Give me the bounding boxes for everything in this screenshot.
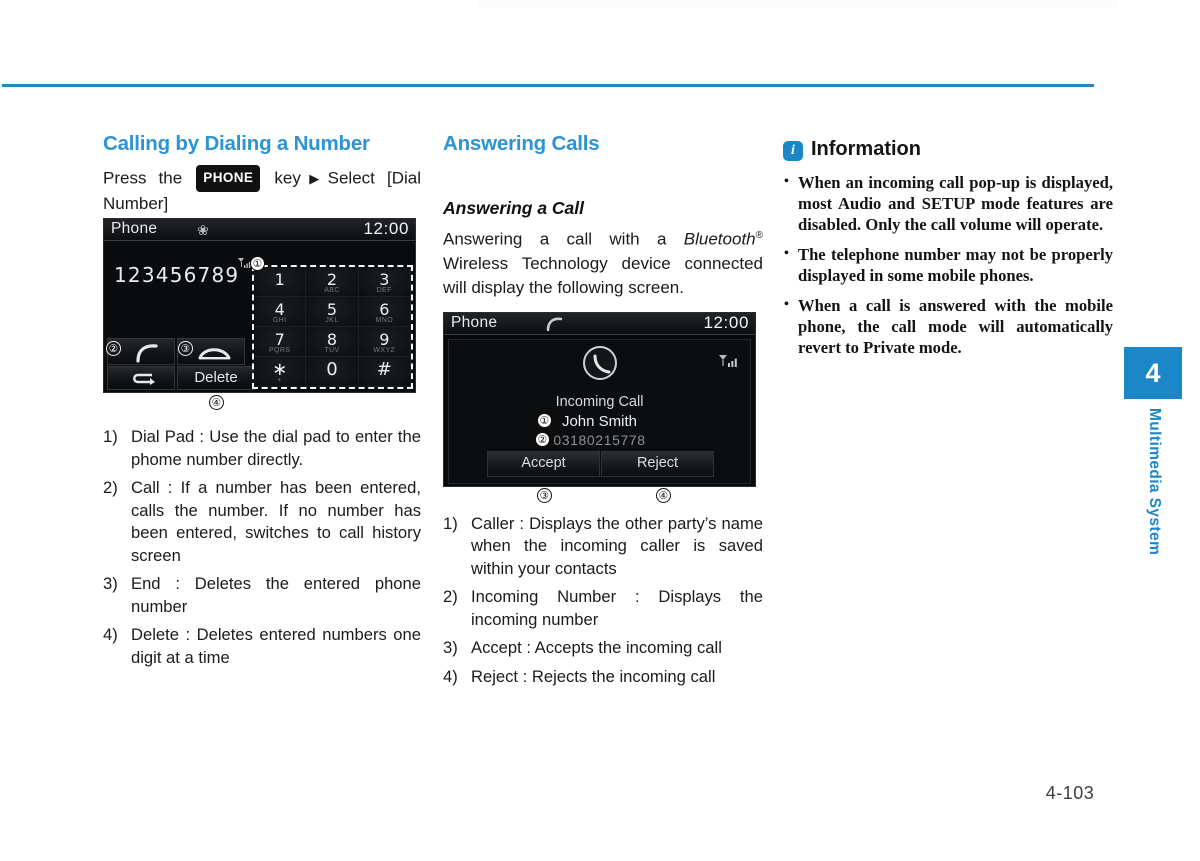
list-text: Dial Pad : Use the dial pad to enter the… xyxy=(131,427,421,469)
caller-name: John Smith xyxy=(561,412,638,430)
list-item: 4) Delete : Deletes entered numbers one … xyxy=(103,624,421,669)
call-clock-icon xyxy=(583,345,617,380)
list-text: Call : If a number has been entered, cal… xyxy=(131,478,421,565)
list-text: Caller : Displays the other party’s name… xyxy=(471,513,763,578)
callout-4: ④ xyxy=(209,395,224,410)
paragraph-part-2: Wireless Technology device connected wil… xyxy=(443,253,763,297)
list-item: 2) Incoming Number : Displays the incomi… xyxy=(443,586,763,631)
callout-3: ③ xyxy=(178,341,193,356)
bluetooth-icon: ❀ xyxy=(197,222,209,238)
paragraph-part-1: Answering a call with a xyxy=(443,229,684,249)
header-rule xyxy=(2,84,1094,87)
list-text: Accept : Accepts the incoming call xyxy=(471,638,722,658)
signal-strength-icon xyxy=(718,354,740,370)
list-item: When an incoming call pop-up is displaye… xyxy=(783,171,1113,235)
list-item: When a call is answered with the mobile … xyxy=(783,294,1113,358)
callout-2: ② xyxy=(106,341,121,356)
list-marker: 3) xyxy=(103,574,118,593)
entered-number: 123456789 xyxy=(114,263,240,287)
answering-paragraph: Answering a call with a Bluetooth® Wirel… xyxy=(443,224,763,300)
screen-title: Phone xyxy=(451,313,498,331)
dial-pad-highlight-box xyxy=(252,265,413,389)
registered-mark: ® xyxy=(755,230,763,241)
list-item: 3) End : Deletes the entered phone numbe… xyxy=(103,573,421,618)
manual-page: Calling by Dialing a Number Press the PH… xyxy=(0,0,1200,861)
reject-button[interactable]: Reject xyxy=(601,450,714,477)
list-marker: 2) xyxy=(103,478,118,497)
intro-after-key: key xyxy=(274,168,301,188)
callout-1: ① xyxy=(537,412,552,428)
delete-label: Delete xyxy=(194,369,238,386)
intro-before-key: Press the xyxy=(103,168,183,188)
chapter-name-text: Multimedia System xyxy=(1146,408,1163,556)
callout-3: ③ xyxy=(537,487,552,503)
step-arrow-icon: ▶ xyxy=(301,170,327,186)
information-title: Information xyxy=(811,138,921,160)
page-number: 4-103 xyxy=(1045,783,1095,803)
accept-button[interactable]: Accept xyxy=(487,450,600,477)
callout-4: ④ xyxy=(656,487,671,503)
list-text: Delete : Deletes entered numbers one dig… xyxy=(131,625,421,667)
accept-label: Accept xyxy=(521,454,566,471)
list-marker: 4) xyxy=(443,666,458,686)
active-call-icon xyxy=(546,317,564,331)
chapter-name-label: Multimedia System xyxy=(1124,404,1182,594)
incoming-call-screen: Phone 12:00 Incoming Call John Smith 031… xyxy=(443,311,756,503)
left-numbered-list: 1) Dial Pad : Use the dial pad to enter … xyxy=(103,426,421,669)
intro-instruction: Press the PHONE key▶Select [Dial Number] xyxy=(103,165,421,216)
list-item: 1) Dial Pad : Use the dial pad to enter … xyxy=(103,426,421,471)
bluetooth-wordmark: Bluetooth xyxy=(683,229,756,249)
dial-screen-titlebar: Phone ❀ 12:00 xyxy=(104,219,415,241)
column-left: Calling by Dialing a Number Press the PH… xyxy=(103,132,421,675)
column-right: i Information When an incoming call pop-… xyxy=(783,138,1113,367)
list-item: 3) Accept : Accepts the incoming call xyxy=(443,637,763,660)
back-button[interactable] xyxy=(107,366,175,390)
information-list: When an incoming call pop-up is displaye… xyxy=(783,171,1113,358)
list-marker: 2) xyxy=(443,587,458,607)
screen-title: Phone xyxy=(111,220,158,237)
list-marker: 1) xyxy=(103,427,118,446)
screen-clock: 12:00 xyxy=(703,312,749,332)
callout-1: ① xyxy=(250,256,265,271)
middle-numbered-list: 1) Caller : Displays the other party’s n… xyxy=(443,513,763,689)
section-title-answering-calls: Answering Calls xyxy=(443,132,600,155)
call-state-label: Incoming Call xyxy=(555,393,644,410)
screen-clock: 12:00 xyxy=(363,219,409,238)
list-item: 4) Reject : Rejects the incoming call xyxy=(443,666,763,689)
list-text: Incoming Number : Displays the incoming … xyxy=(471,587,763,629)
subsection-title-answering-a-call: Answering a Call xyxy=(443,198,585,218)
incall-screen-titlebar: Phone 12:00 xyxy=(444,312,755,335)
list-item: The telephone number may not be properly… xyxy=(783,243,1113,286)
list-text: End : Deletes the entered phone number xyxy=(131,574,421,616)
incall-screen-body: Incoming Call John Smith 03180215778 Acc… xyxy=(448,338,751,484)
list-item: 2) Call : If a number has been entered, … xyxy=(103,477,421,567)
list-marker: 3) xyxy=(443,638,458,658)
callout-2: ② xyxy=(535,431,550,447)
list-marker: 1) xyxy=(443,513,458,533)
column-middle: Answering Calls Answering a Call Answeri… xyxy=(443,132,763,694)
list-item: 1) Caller : Displays the other party’s n… xyxy=(443,513,763,581)
dial-pad-screen: Phone ❀ 12:00 123456789 Delete 1 2 ABC 3… xyxy=(103,218,416,410)
reject-label: Reject xyxy=(636,454,679,471)
information-header: i Information xyxy=(783,138,1113,166)
scan-artifact-strip xyxy=(478,0,1118,7)
phone-key-badge: PHONE xyxy=(196,165,261,192)
dial-screen-body: 123456789 Delete 1 2 ABC 3 DEF 4 GHI 5 J… xyxy=(104,241,415,392)
list-text: Reject : Rejects the incoming call xyxy=(471,666,716,686)
caller-number: 03180215778 xyxy=(553,431,646,448)
page-title: Calling by Dialing a Number xyxy=(103,132,370,155)
chapter-number-tab: 4 xyxy=(1124,347,1182,399)
info-icon: i xyxy=(783,141,803,161)
list-marker: 4) xyxy=(103,625,118,644)
delete-button[interactable]: Delete xyxy=(177,366,255,390)
